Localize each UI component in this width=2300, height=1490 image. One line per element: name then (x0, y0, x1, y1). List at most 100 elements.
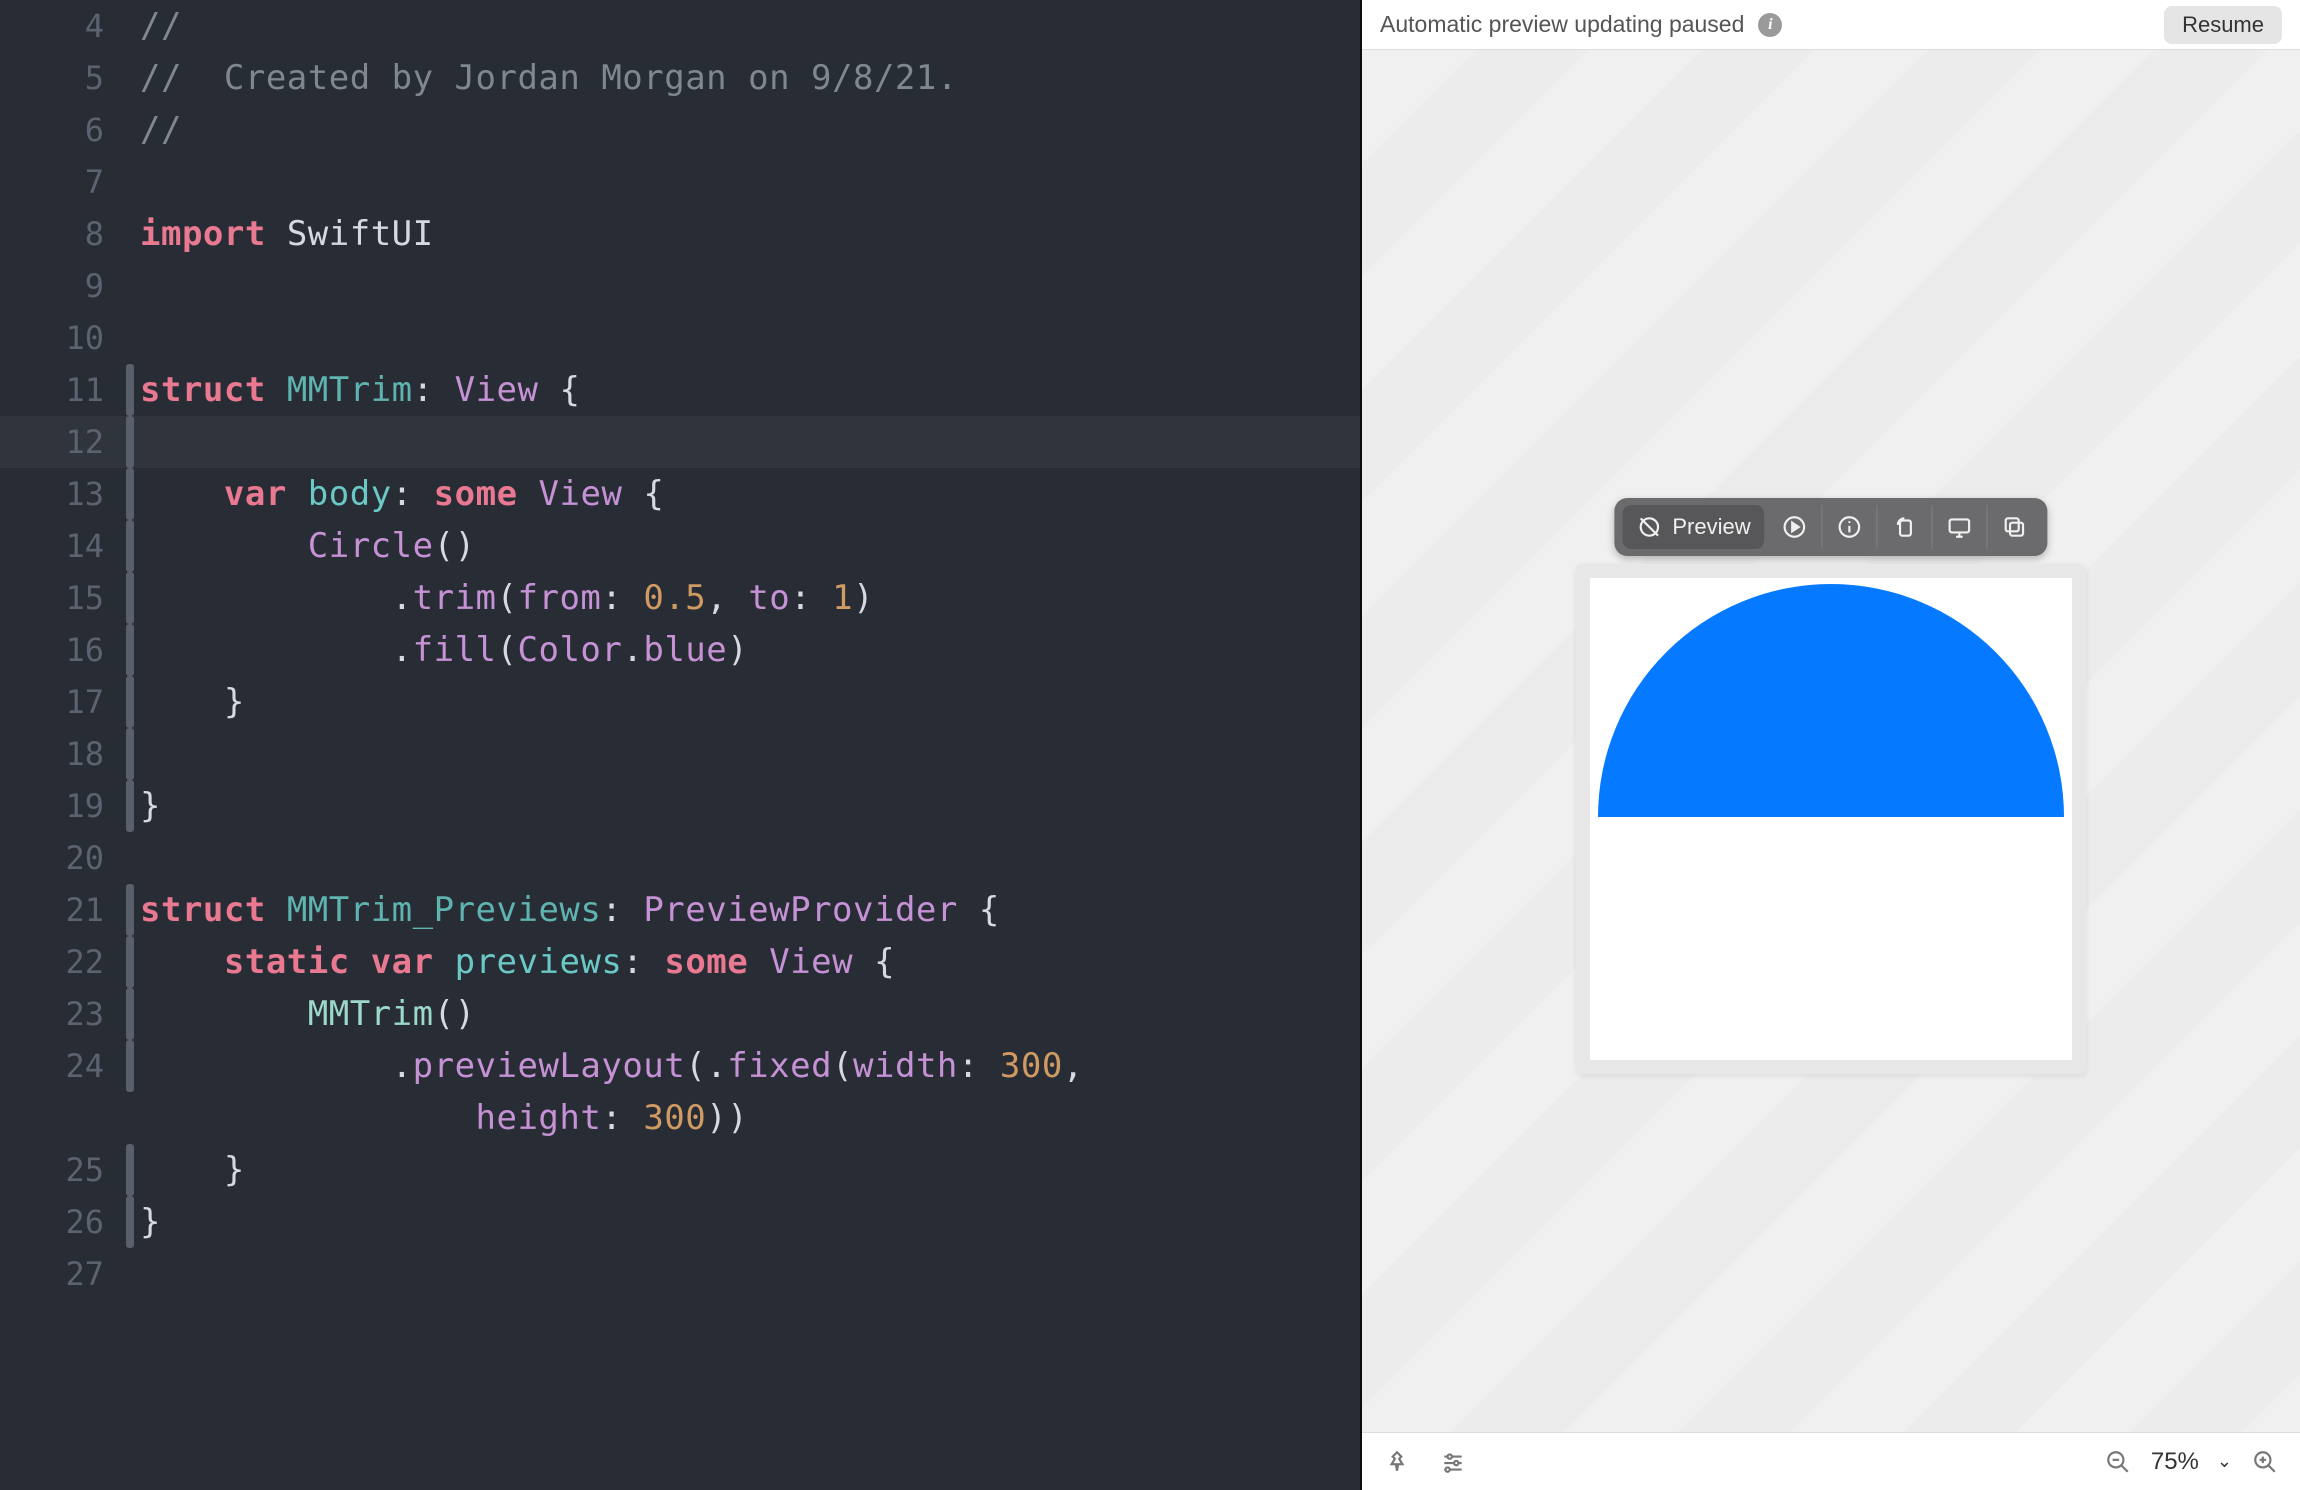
gutter-number: 19 (0, 780, 140, 832)
code-line[interactable]: 4 // (0, 0, 1360, 52)
arg-from: from (518, 578, 602, 618)
kw-var: var (371, 942, 434, 982)
resume-button[interactable]: Resume (2164, 6, 2282, 44)
code-line[interactable]: 6 // (0, 104, 1360, 156)
fn-previewlayout: previewLayout (413, 1046, 686, 1086)
type-view: View (769, 942, 853, 982)
protocol: PreviewProvider (643, 890, 958, 930)
gutter-number: 17 (0, 676, 140, 728)
device-preview-button[interactable] (1933, 505, 1988, 549)
brace: } (224, 682, 245, 722)
fn-fixed: fixed (727, 1046, 832, 1086)
comment: // Created by Jordan Morgan on 9/8/21. (140, 58, 958, 98)
num: 300 (643, 1098, 706, 1138)
gutter-number: 25 (0, 1144, 140, 1196)
code-line[interactable]: 8 import SwiftUI (0, 208, 1360, 260)
gutter-number: 14 (0, 520, 140, 572)
kw-struct: struct (140, 370, 266, 410)
preview-status: Automatic preview updating paused (1380, 11, 1744, 38)
code-line[interactable]: 15 .trim(from: 0.5, to: 1) (0, 572, 1360, 624)
play-circle-icon (1782, 514, 1808, 540)
brace: } (140, 786, 161, 826)
code-line[interactable]: 23 MMTrim() (0, 988, 1360, 1040)
fn-trim: trim (413, 578, 497, 618)
type-ref: MMTrim (308, 994, 434, 1034)
preview-canvas-area[interactable]: Preview (1362, 50, 2300, 1432)
code-line[interactable]: 21 struct MMTrim_Previews: PreviewProvid… (0, 884, 1360, 936)
sliders-icon (1440, 1449, 1466, 1475)
gutter-number: 7 (0, 156, 140, 208)
code-line[interactable]: 26 } (0, 1196, 1360, 1248)
kw-import: import (140, 214, 266, 254)
type-circle: Circle (308, 526, 434, 566)
code-line[interactable]: 7 (0, 156, 1360, 208)
gutter-number: 9 (0, 260, 140, 312)
duplicate-preview-button[interactable] (1988, 505, 2042, 549)
code-line[interactable]: 18 (0, 728, 1360, 780)
gutter-number: 5 (0, 52, 140, 104)
brace: } (224, 1150, 245, 1190)
num: 300 (1000, 1046, 1063, 1086)
code-line[interactable]: 5 // Created by Jordan Morgan on 9/8/21. (0, 52, 1360, 104)
gutter-number: 26 (0, 1196, 140, 1248)
brace: } (140, 1202, 161, 1242)
zoom-controls: 75% ⌄ (2103, 1447, 2280, 1477)
inspect-button[interactable] (1823, 505, 1878, 549)
duplicate-icon (2002, 514, 2028, 540)
code-line[interactable]: height: 300)) (0, 1092, 1360, 1144)
zoom-out-button[interactable] (2103, 1447, 2133, 1477)
num: 1 (832, 578, 853, 618)
gutter-number: 12 (0, 416, 140, 468)
type-name: MMTrim_Previews (287, 890, 602, 930)
gutter-number: 11 (0, 364, 140, 416)
kw-some: some (664, 942, 748, 982)
info-icon[interactable]: i (1758, 13, 1782, 37)
color-blue: blue (643, 630, 727, 670)
preview-bottombar: 75% ⌄ (1362, 1432, 2300, 1490)
protocol: View (455, 370, 539, 410)
code-line[interactable]: 27 (0, 1248, 1360, 1300)
info-circle-icon (1837, 514, 1863, 540)
gutter-number: 16 (0, 624, 140, 676)
code-line-current[interactable]: 12 (0, 416, 1360, 468)
gutter-number: 13 (0, 468, 140, 520)
code-line[interactable]: 16 .fill(Color.blue) (0, 624, 1360, 676)
prop-previews: previews (455, 942, 623, 982)
zoom-in-button[interactable] (2250, 1447, 2280, 1477)
arg-width: width (853, 1046, 958, 1086)
preview-canvas-wrap[interactable] (1576, 564, 2086, 1074)
code-line[interactable]: 11 struct MMTrim: View { (0, 364, 1360, 416)
code-line[interactable]: 17 } (0, 676, 1360, 728)
code-line[interactable]: 13 var body: some View { (0, 468, 1360, 520)
code-editor[interactable]: 4 // 5 // Created by Jordan Morgan on 9/… (0, 0, 1360, 1490)
code-line[interactable]: 22 static var previews: some View { (0, 936, 1360, 988)
type-name: MMTrim (287, 370, 413, 410)
code-line[interactable]: 20 (0, 832, 1360, 884)
preview-canvas (1590, 578, 2072, 1060)
gutter-number: 21 (0, 884, 140, 936)
comment: // (140, 6, 182, 46)
code-line[interactable]: 9 (0, 260, 1360, 312)
arg-to: to (748, 578, 790, 618)
live-preview-button[interactable] (1768, 505, 1823, 549)
kw-static: static (224, 942, 350, 982)
preview-button[interactable]: Preview (1622, 505, 1765, 549)
zoom-in-icon (2252, 1449, 2278, 1475)
code-line[interactable]: 14 Circle() (0, 520, 1360, 572)
num: 0.5 (643, 578, 706, 618)
chevron-down-icon[interactable]: ⌄ (2217, 1451, 2232, 1472)
kw-var: var (224, 474, 287, 514)
code-line[interactable]: 19 } (0, 780, 1360, 832)
kw-some: some (434, 474, 518, 514)
code-line[interactable]: 10 (0, 312, 1360, 364)
prop-body: body (308, 474, 392, 514)
adjust-button[interactable] (1438, 1447, 1468, 1477)
gutter-number: 20 (0, 832, 140, 884)
code-line[interactable]: 24 .previewLayout(.fixed(width: 300, (0, 1040, 1360, 1092)
zoom-level[interactable]: 75% (2151, 1448, 2199, 1476)
device-rotate-button[interactable] (1878, 505, 1933, 549)
code-line[interactable]: 25 } (0, 1144, 1360, 1196)
rotate-device-icon (1892, 514, 1918, 540)
fn-fill: fill (413, 630, 497, 670)
pin-button[interactable] (1382, 1447, 1412, 1477)
